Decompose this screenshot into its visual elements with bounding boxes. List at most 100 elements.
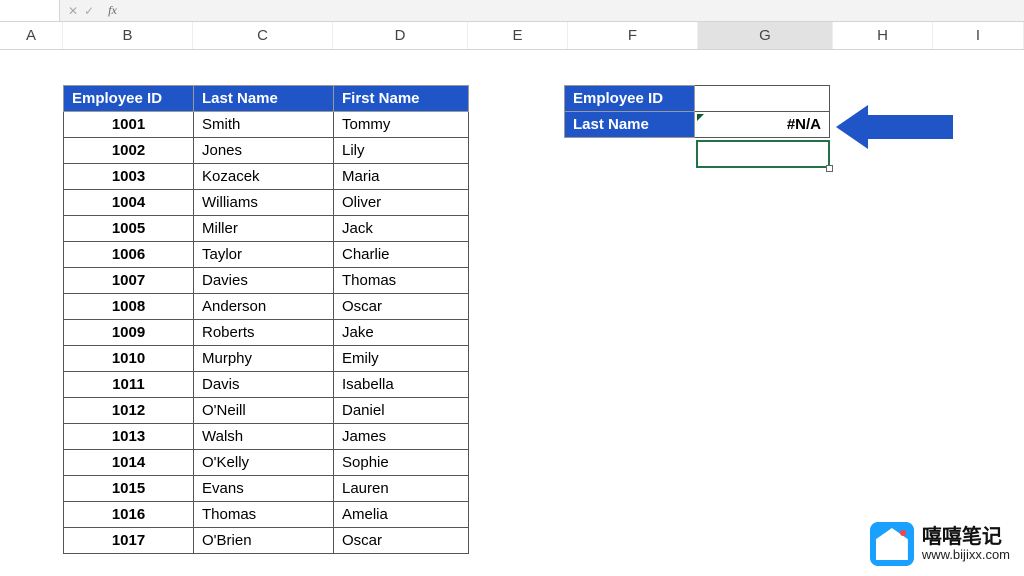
column-header-a[interactable]: A (0, 22, 63, 49)
table-row[interactable]: 1005MillerJack (64, 216, 469, 242)
column-header-i[interactable]: I (933, 22, 1024, 49)
column-header-c[interactable]: C (193, 22, 333, 49)
cell-first-name[interactable]: Sophie (334, 450, 469, 476)
table-row[interactable]: 1006TaylorCharlie (64, 242, 469, 268)
name-box[interactable] (0, 0, 60, 21)
cell-last-name[interactable]: Davis (194, 372, 334, 398)
table-row[interactable]: 1002JonesLily (64, 138, 469, 164)
lookup-value-last-name[interactable]: #N/A (695, 112, 830, 138)
cell-last-name[interactable]: Murphy (194, 346, 334, 372)
fx-icon[interactable]: fx (102, 3, 123, 18)
column-header-h[interactable]: H (833, 22, 933, 49)
cell-last-name[interactable]: Jones (194, 138, 334, 164)
cell-employee-id[interactable]: 1007 (64, 268, 194, 294)
cell-employee-id[interactable]: 1006 (64, 242, 194, 268)
table-row[interactable]: 1008AndersonOscar (64, 294, 469, 320)
error-indicator-icon[interactable] (697, 114, 704, 121)
table-row[interactable]: 1014O'KellySophie (64, 450, 469, 476)
cell-last-name[interactable]: Evans (194, 476, 334, 502)
cell-employee-id[interactable]: 1005 (64, 216, 194, 242)
table-row[interactable]: 1013WalshJames (64, 424, 469, 450)
cell-employee-id[interactable]: 1016 (64, 502, 194, 528)
cell-first-name[interactable]: Oscar (334, 294, 469, 320)
column-header-d[interactable]: D (333, 22, 468, 49)
header-last-name[interactable]: Last Name (194, 86, 334, 112)
cell-employee-id[interactable]: 1003 (64, 164, 194, 190)
cell-last-name[interactable]: Miller (194, 216, 334, 242)
cell-last-name[interactable]: Davies (194, 268, 334, 294)
cell-first-name[interactable]: Oscar (334, 528, 469, 554)
cell-first-name[interactable]: Lauren (334, 476, 469, 502)
lookup-label-employee-id[interactable]: Employee ID (565, 86, 695, 112)
cell-last-name[interactable]: Roberts (194, 320, 334, 346)
table-row[interactable]: 1015EvansLauren (64, 476, 469, 502)
employee-table: Employee ID Last Name First Name 1001Smi… (63, 85, 469, 554)
cell-last-name[interactable]: O'Neill (194, 398, 334, 424)
cell-last-name[interactable]: Thomas (194, 502, 334, 528)
worksheet-grid[interactable]: Employee ID Last Name First Name 1001Smi… (0, 50, 1024, 576)
fill-handle[interactable] (826, 165, 833, 172)
column-header-f[interactable]: F (568, 22, 698, 49)
formula-bar: ✕ ✓ fx (0, 0, 1024, 22)
table-row[interactable]: 1007DaviesThomas (64, 268, 469, 294)
watermark: 嘻嘻笔记 www.bijixx.com (870, 522, 1010, 566)
cell-employee-id[interactable]: 1014 (64, 450, 194, 476)
cell-last-name[interactable]: Smith (194, 112, 334, 138)
column-header-e[interactable]: E (468, 22, 568, 49)
cell-first-name[interactable]: Jack (334, 216, 469, 242)
table-row[interactable]: 1016ThomasAmelia (64, 502, 469, 528)
cell-first-name[interactable]: Lily (334, 138, 469, 164)
column-header-b[interactable]: B (63, 22, 193, 49)
cell-employee-id[interactable]: 1004 (64, 190, 194, 216)
cell-last-name[interactable]: Walsh (194, 424, 334, 450)
cell-first-name[interactable]: Thomas (334, 268, 469, 294)
table-row[interactable]: 1009RobertsJake (64, 320, 469, 346)
cell-first-name[interactable]: Oliver (334, 190, 469, 216)
cell-first-name[interactable]: Tommy (334, 112, 469, 138)
cell-employee-id[interactable]: 1011 (64, 372, 194, 398)
enter-icon[interactable]: ✓ (84, 4, 94, 18)
cell-employee-id[interactable]: 1010 (64, 346, 194, 372)
cell-first-name[interactable]: Maria (334, 164, 469, 190)
cell-employee-id[interactable]: 1001 (64, 112, 194, 138)
cell-last-name[interactable]: Taylor (194, 242, 334, 268)
header-first-name[interactable]: First Name (334, 86, 469, 112)
cell-first-name[interactable]: Amelia (334, 502, 469, 528)
cell-first-name[interactable]: James (334, 424, 469, 450)
cell-first-name[interactable]: Daniel (334, 398, 469, 424)
callout-arrow-icon (836, 105, 953, 149)
table-row[interactable]: 1011DavisIsabella (64, 372, 469, 398)
cell-employee-id[interactable]: 1002 (64, 138, 194, 164)
watermark-title: 嘻嘻笔记 (922, 526, 1010, 548)
table-row[interactable]: 1010MurphyEmily (64, 346, 469, 372)
cell-last-name[interactable]: Williams (194, 190, 334, 216)
table-row[interactable]: 1001SmithTommy (64, 112, 469, 138)
cell-employee-id[interactable]: 1017 (64, 528, 194, 554)
cell-last-name[interactable]: O'Brien (194, 528, 334, 554)
cell-last-name[interactable]: Kozacek (194, 164, 334, 190)
cell-last-name[interactable]: Anderson (194, 294, 334, 320)
cell-first-name[interactable]: Emily (334, 346, 469, 372)
cell-employee-id[interactable]: 1012 (64, 398, 194, 424)
cell-first-name[interactable]: Charlie (334, 242, 469, 268)
cell-employee-id[interactable]: 1013 (64, 424, 194, 450)
lookup-label-last-name[interactable]: Last Name (565, 112, 695, 138)
lookup-value-employee-id[interactable] (695, 86, 830, 112)
header-employee-id[interactable]: Employee ID (64, 86, 194, 112)
cell-last-name[interactable]: O'Kelly (194, 450, 334, 476)
cancel-icon[interactable]: ✕ (68, 4, 78, 18)
watermark-logo-icon (870, 522, 914, 566)
selection-border (696, 140, 830, 168)
lookup-table: Employee ID Last Name #N/A (564, 85, 830, 138)
table-row[interactable]: 1017O'BrienOscar (64, 528, 469, 554)
column-headers: ABCDEFGHI (0, 22, 1024, 50)
cell-employee-id[interactable]: 1015 (64, 476, 194, 502)
cell-first-name[interactable]: Jake (334, 320, 469, 346)
column-header-g[interactable]: G (698, 22, 833, 49)
table-row[interactable]: 1004WilliamsOliver (64, 190, 469, 216)
cell-employee-id[interactable]: 1008 (64, 294, 194, 320)
table-row[interactable]: 1012O'NeillDaniel (64, 398, 469, 424)
table-row[interactable]: 1003KozacekMaria (64, 164, 469, 190)
cell-first-name[interactable]: Isabella (334, 372, 469, 398)
cell-employee-id[interactable]: 1009 (64, 320, 194, 346)
